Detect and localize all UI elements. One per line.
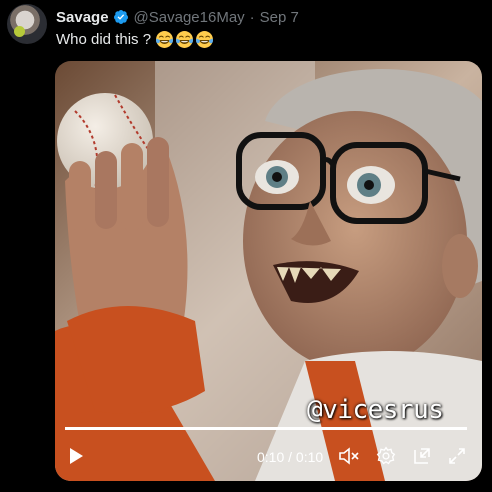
face-with-tears-of-joy-icon [156, 31, 174, 48]
tweet-header: Savage @Savage16May · Sep 7 [56, 7, 299, 27]
video-time: 0:10 / 0:10 [257, 449, 323, 465]
settings-icon [376, 446, 396, 465]
avatar[interactable] [7, 4, 47, 44]
tweet-text: Who did this ? [56, 30, 214, 49]
author-name[interactable]: Savage [56, 9, 109, 26]
tweet-text-content: Who did this ? [56, 31, 152, 48]
fullscreen-icon [449, 448, 465, 464]
header-separator: · [249, 8, 255, 26]
minimize-icon [414, 448, 430, 464]
video-player[interactable]: @vicesrus 0:10 / 0:10 [55, 61, 482, 481]
current-time: 0:10 [257, 449, 285, 465]
duration: 0:10 [295, 449, 324, 465]
fullscreen-button[interactable] [446, 445, 468, 467]
play-button[interactable] [65, 445, 87, 467]
volume-muted-icon [339, 447, 359, 465]
face-with-tears-of-joy-icon [176, 31, 194, 48]
settings-button[interactable] [375, 445, 397, 467]
mute-button[interactable] [338, 445, 360, 467]
video-progress-fill [65, 427, 467, 430]
minimize-button[interactable] [411, 445, 433, 467]
video-watermark: @vicesrus [307, 395, 444, 425]
tweet-date[interactable]: Sep 7 [260, 9, 299, 26]
video-controls: 0:10 / 0:10 [55, 439, 482, 473]
emoji-group [155, 30, 214, 49]
video-progress-bar[interactable] [65, 427, 467, 430]
author-handle[interactable]: @Savage16May [134, 9, 245, 26]
time-separator: / [288, 449, 293, 465]
play-icon [70, 448, 83, 464]
face-with-tears-of-joy-icon [196, 31, 214, 48]
verified-badge-icon [113, 10, 128, 24]
